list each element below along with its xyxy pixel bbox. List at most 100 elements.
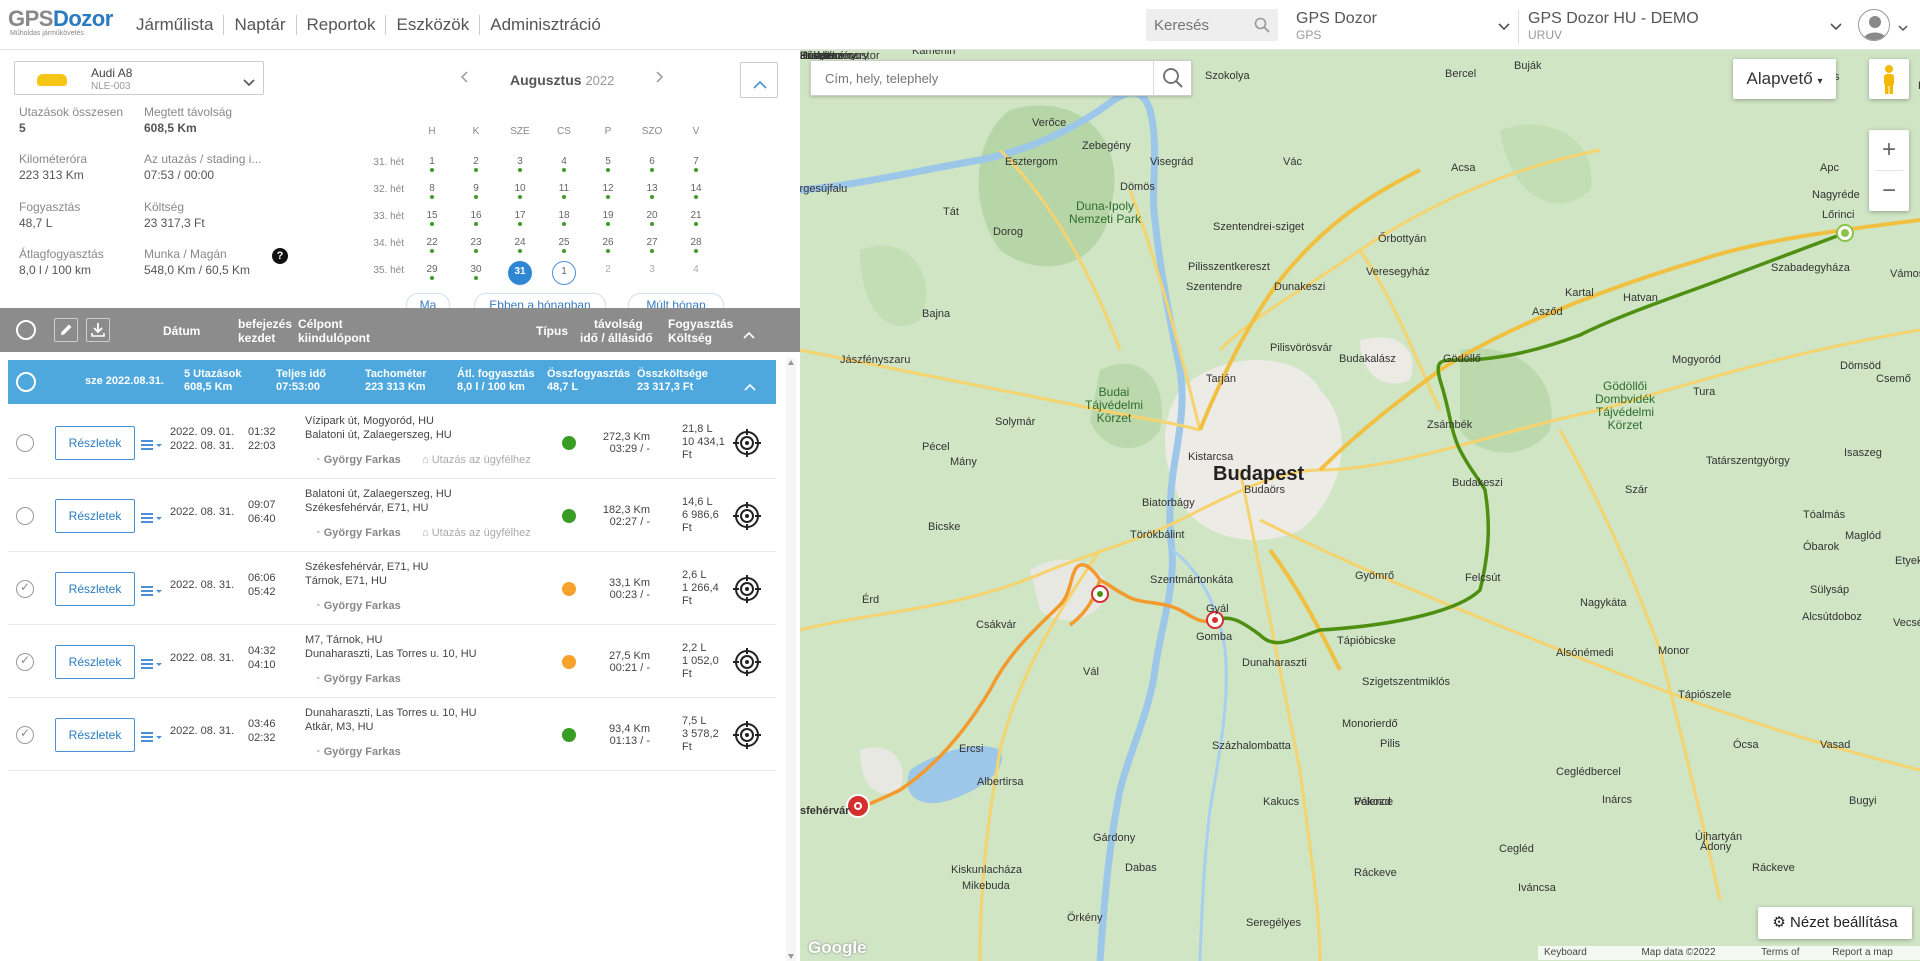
calendar-day[interactable]: 12 (596, 180, 620, 204)
trip-checkbox[interactable] (16, 434, 34, 452)
calendar-day[interactable]: 4 (684, 261, 708, 285)
download-button[interactable] (86, 318, 110, 342)
calendar-day[interactable]: 22 (420, 234, 444, 258)
calendar-day[interactable]: 29 (420, 261, 444, 285)
nav-eszkozok[interactable]: Eszközök (386, 15, 481, 35)
search-icon[interactable] (1153, 61, 1191, 95)
chevron-up-icon[interactable] (744, 378, 756, 396)
calendar-day[interactable]: 1 (420, 153, 444, 177)
trip-row[interactable]: Részletek 2022. 08. 31. 06:06 05:42 Székesfe… (8, 552, 776, 625)
edit-button[interactable] (54, 318, 78, 342)
zoom-in-button[interactable]: + (1869, 130, 1909, 170)
col-datum[interactable]: Dátum (163, 324, 200, 338)
calendar-day[interactable]: 2 (596, 261, 620, 285)
calendar-day[interactable]: 5 (596, 153, 620, 177)
calendar-day[interactable]: 1 (552, 261, 576, 285)
calendar-day[interactable]: 13 (640, 180, 664, 204)
map-type-dropdown[interactable]: Alapvető ▾ (1733, 59, 1836, 99)
zoom-out-button[interactable]: − (1869, 171, 1909, 211)
row-menu-icon[interactable] (141, 584, 163, 602)
details-button[interactable]: Részletek (55, 499, 135, 533)
day-summary-row[interactable]: sze 2022.08.31. 5 Utazások 608,5 Km Telj… (8, 360, 776, 404)
col-ido-allasido[interactable]: idő / állásidő (580, 331, 653, 345)
calendar-day[interactable]: 25 (552, 234, 576, 258)
calendar-day[interactable]: 31 (508, 261, 532, 285)
street-view-pegman-icon[interactable] (1869, 59, 1909, 99)
calendar-day[interactable]: 26 (596, 234, 620, 258)
map-search-input[interactable] (811, 61, 1151, 95)
nav-jarmulista[interactable]: Járműlista (126, 15, 225, 35)
map[interactable]: KameninSzokolyaBercelBujákGyöngyösNagyré… (800, 50, 1920, 961)
account-selector-gps[interactable]: GPS Dozor GPS (1296, 10, 1510, 44)
col-celpont[interactable]: Célpont (298, 317, 343, 331)
calendar-day[interactable]: 3 (640, 261, 664, 285)
details-button[interactable]: Részletek (55, 718, 135, 752)
locate-on-map-icon[interactable] (732, 647, 762, 682)
locate-on-map-icon[interactable] (732, 501, 762, 536)
col-koltseg[interactable]: Költség (668, 331, 712, 345)
trip-checkbox[interactable] (16, 653, 34, 671)
calendar-day[interactable]: 18 (552, 207, 576, 231)
vehicle-selector[interactable]: Audi A8 NLE-003 (14, 61, 264, 95)
collapse-panel-button[interactable] (740, 62, 778, 98)
locate-on-map-icon[interactable] (732, 574, 762, 609)
calendar-day[interactable]: 20 (640, 207, 664, 231)
calendar-day[interactable]: 27 (640, 234, 664, 258)
details-button[interactable]: Részletek (55, 645, 135, 679)
trip-checkbox[interactable] (16, 580, 34, 598)
calendar-day[interactable]: 21 (684, 207, 708, 231)
keyboard-shortcuts-link[interactable]: Keyboard shortcuts (1544, 946, 1627, 960)
chevron-left-icon[interactable] (460, 70, 468, 88)
view-settings-button[interactable]: ⚙ Nézet beállítása (1758, 907, 1912, 939)
terms-link[interactable]: Terms of Use (1761, 946, 1818, 960)
chevron-up-icon[interactable] (743, 326, 755, 344)
col-kiindulopont[interactable]: kiindulópont (298, 331, 370, 345)
calendar-day[interactable]: 16 (464, 207, 488, 231)
details-button[interactable]: Részletek (55, 426, 135, 460)
calendar-day[interactable]: 30 (464, 261, 488, 285)
calendar-day[interactable]: 14 (684, 180, 708, 204)
row-menu-icon[interactable] (141, 438, 163, 456)
col-tipus[interactable]: Típus (536, 324, 568, 338)
calendar-day[interactable]: 19 (596, 207, 620, 231)
calendar-day[interactable]: 8 (420, 180, 444, 204)
search-icon[interactable] (1254, 17, 1270, 38)
nav-adminisztracio[interactable]: Adminisztráció (480, 15, 611, 35)
locate-on-map-icon[interactable] (732, 428, 762, 463)
help-icon[interactable]: ? (272, 248, 288, 264)
calendar-day[interactable]: 17 (508, 207, 532, 231)
calendar-day[interactable]: 15 (420, 207, 444, 231)
calendar-day[interactable]: 10 (508, 180, 532, 204)
nav-naptar[interactable]: Naptár (224, 15, 297, 35)
col-befejezes[interactable]: befejezés (238, 317, 292, 331)
select-day-checkbox[interactable] (16, 372, 36, 392)
col-fogyasztas[interactable]: Fogyasztás (668, 317, 733, 331)
trip-list-scrollbar[interactable] (786, 358, 796, 961)
calendar-day[interactable]: 28 (684, 234, 708, 258)
row-menu-icon[interactable] (141, 657, 163, 675)
select-all-checkbox[interactable] (16, 320, 36, 340)
calendar-day[interactable]: 11 (552, 180, 576, 204)
row-menu-icon[interactable] (141, 730, 163, 748)
calendar-day[interactable]: 24 (508, 234, 532, 258)
trip-checkbox[interactable] (16, 726, 34, 744)
global-search-input[interactable] (1146, 9, 1246, 41)
calendar-day[interactable]: 3 (508, 153, 532, 177)
trip-checkbox[interactable] (16, 507, 34, 525)
trip-row[interactable]: Részletek 2022. 08. 31. 03:46 02:32 Dunahara… (8, 698, 776, 771)
calendar-day[interactable]: 7 (684, 153, 708, 177)
col-kezdet[interactable]: kezdet (238, 331, 275, 345)
app-logo[interactable]: GPSDozor Műholdas járműkövetés (8, 8, 118, 40)
locate-on-map-icon[interactable] (732, 720, 762, 755)
calendar-day[interactable]: 4 (552, 153, 576, 177)
details-button[interactable]: Részletek (55, 572, 135, 606)
row-menu-icon[interactable] (141, 511, 163, 529)
account-selector-demo[interactable]: GPS Dozor HU - DEMO URUV (1528, 10, 1842, 44)
chevron-right-icon[interactable] (656, 70, 664, 88)
calendar-day[interactable]: 6 (640, 153, 664, 177)
trip-row[interactable]: Részletek 2022. 09. 01. 2022. 08. 31. 01:32… (8, 406, 776, 479)
calendar-day[interactable]: 23 (464, 234, 488, 258)
chevron-down-icon[interactable] (1898, 19, 1908, 37)
trip-row[interactable]: Részletek 2022. 08. 31. 09:07 06:40 Balatoni… (8, 479, 776, 552)
col-tavolsag[interactable]: távolság (594, 317, 643, 331)
